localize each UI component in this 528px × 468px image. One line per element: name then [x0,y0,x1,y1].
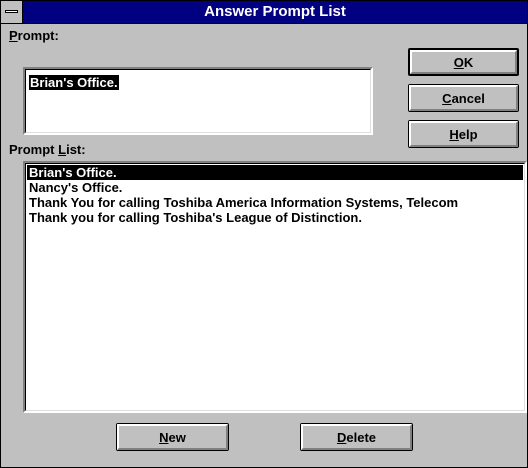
window-title: Answer Prompt List [204,3,346,20]
list-item[interactable]: Nancy's Office. [27,180,523,195]
ok-button[interactable]: OK [408,48,519,76]
prompt-list-label: Prompt List: [9,142,86,157]
delete-button[interactable]: Delete [300,423,413,451]
help-button[interactable]: Help [408,120,519,148]
prompt-list-box[interactable]: Brian's Office. Nancy's Office. Thank Yo… [23,161,527,413]
new-button[interactable]: New [116,423,229,451]
prompt-field-value: Brian's Office. [29,75,119,90]
list-item[interactable]: Thank you for calling Toshiba's League o… [27,210,523,225]
prompt-field[interactable]: Brian's Office. [23,67,373,135]
system-menu-icon[interactable] [1,1,23,23]
prompt-label: Prompt: [9,28,59,43]
list-item[interactable]: Brian's Office. [27,165,523,180]
prompt-list: Brian's Office. Nancy's Office. Thank Yo… [27,165,523,409]
answer-prompt-list-dialog: Answer Prompt List Prompt: Brian's Offic… [0,0,528,468]
title-bar[interactable]: Answer Prompt List [1,1,527,24]
list-item[interactable]: Thank You for calling Toshiba America In… [27,195,523,210]
cancel-button[interactable]: Cancel [408,84,519,112]
